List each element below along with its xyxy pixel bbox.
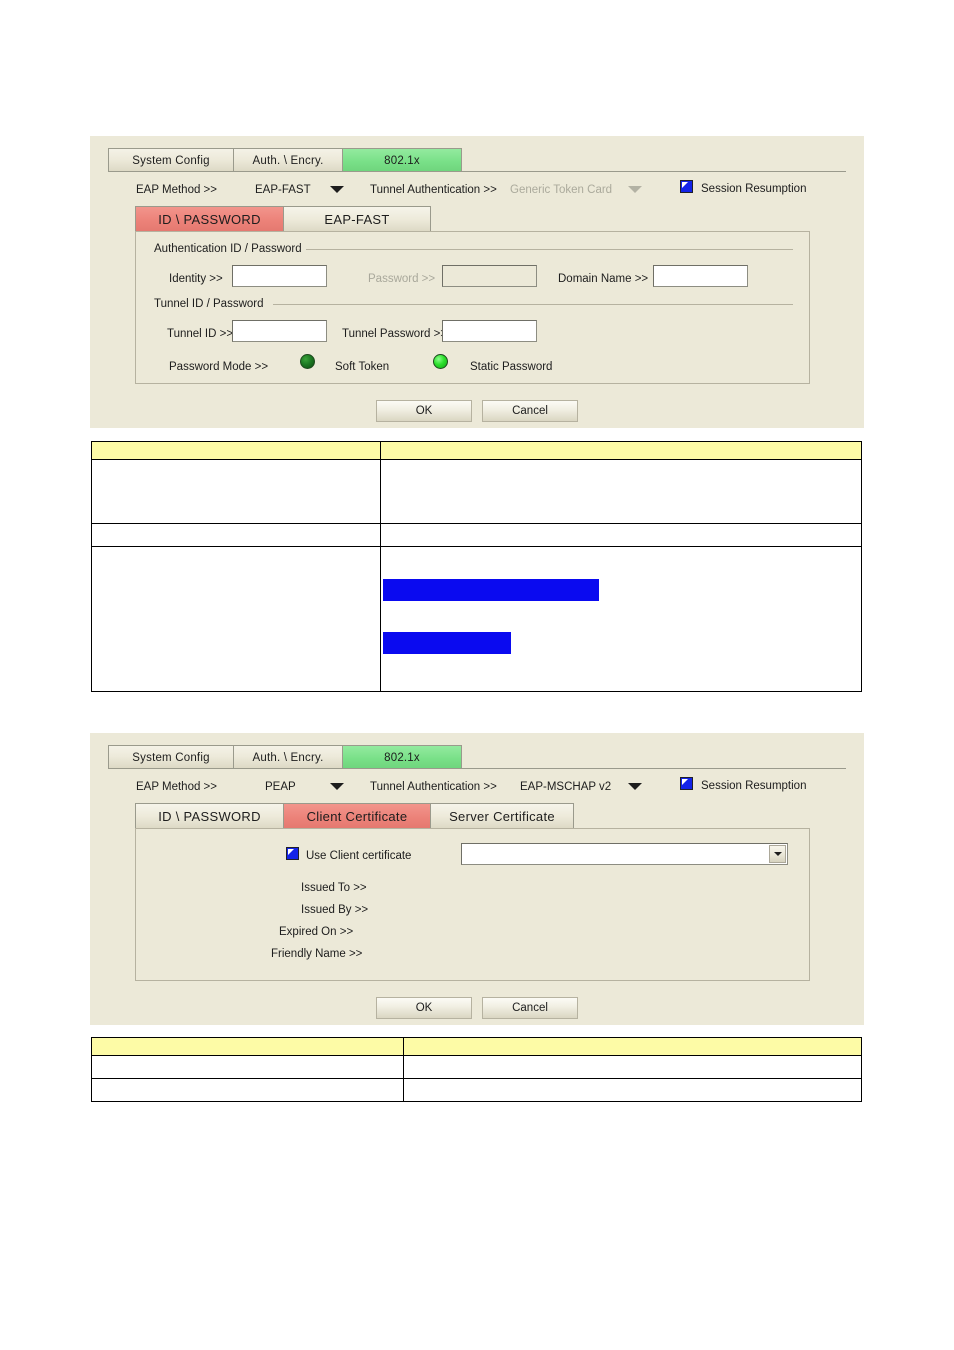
panel2-eap-method-row: EAP Method >> PEAP Tunnel Authentication… bbox=[108, 775, 848, 801]
table2-r1-c1 bbox=[91, 1055, 404, 1079]
tunnel-id-label: Tunnel ID >> bbox=[167, 328, 234, 340]
table1-header-cell-1 bbox=[91, 441, 381, 460]
radio-static-password[interactable] bbox=[433, 354, 448, 369]
table1-r1-c1 bbox=[91, 459, 381, 524]
session-resumption-checkbox-2[interactable] bbox=[680, 777, 693, 790]
table-row bbox=[91, 546, 862, 692]
group-label-authentication-id-password: Authentication ID / Password bbox=[154, 242, 307, 256]
ok-button-panel2[interactable]: OK bbox=[376, 997, 472, 1019]
group-rule-tunnel bbox=[273, 304, 793, 305]
domain-name-input[interactable] bbox=[653, 265, 748, 287]
panel1-eap-method-row: EAP Method >> EAP-FAST Tunnel Authentica… bbox=[108, 178, 848, 204]
table2-r1-c2 bbox=[403, 1055, 862, 1079]
panel1-tab-rail bbox=[108, 171, 846, 172]
group-rule-authentication bbox=[306, 249, 793, 250]
issued-to-label: Issued To >> bbox=[301, 882, 367, 894]
session-resumption-label: Session Resumption bbox=[701, 183, 807, 195]
inner-tab-id-password-2[interactable]: ID \ PASSWORD bbox=[135, 803, 283, 829]
tunnel-id-input[interactable] bbox=[232, 320, 327, 342]
friendly-name-label: Friendly Name >> bbox=[271, 948, 363, 960]
tab-system-config-2[interactable]: System Config bbox=[108, 745, 233, 769]
panel1-inner-tabstrip: ID \ PASSWORD EAP-FAST bbox=[135, 206, 431, 232]
eap-method-label: EAP Method >> bbox=[136, 184, 217, 196]
dialog-panel-802-1x-eap-fast: System Config Auth. \ Encry. 802.1x EAP … bbox=[90, 136, 864, 428]
table1-r1-c2 bbox=[380, 459, 862, 524]
inner-tab-id-password[interactable]: ID \ PASSWORD bbox=[135, 206, 283, 232]
chevron-down-icon-tunnel-auth[interactable] bbox=[628, 186, 642, 193]
table1-r2-c2 bbox=[380, 523, 862, 547]
identity-label: Identity >> bbox=[169, 273, 223, 285]
panel2-inner-tabstrip: ID \ PASSWORD Client Certificate Server … bbox=[135, 803, 574, 829]
table1-r3-c2 bbox=[380, 546, 862, 692]
chevron-down-icon-eap-method-2[interactable] bbox=[330, 783, 344, 790]
table-row bbox=[91, 523, 862, 547]
table2-r2-c1 bbox=[91, 1078, 404, 1102]
session-resumption-label-2: Session Resumption bbox=[701, 780, 807, 792]
issued-by-label: Issued By >> bbox=[301, 904, 369, 916]
eap-method-value-2[interactable]: PEAP bbox=[265, 779, 296, 795]
chevron-down-icon-certificate-select[interactable] bbox=[769, 845, 786, 863]
panel2-content-frame: Use Client certificate Issued To >> Issu… bbox=[135, 828, 810, 981]
tab-auth-encry-2[interactable]: Auth. \ Encry. bbox=[233, 745, 342, 769]
tunnel-authentication-value-2[interactable]: EAP-MSCHAP v2 bbox=[520, 779, 611, 795]
inner-tab-server-certificate[interactable]: Server Certificate bbox=[430, 803, 574, 829]
password-input bbox=[442, 265, 537, 287]
domain-name-label: Domain Name >> bbox=[558, 273, 649, 285]
redaction-bar-2 bbox=[383, 632, 511, 654]
panel1-content-frame: Authentication ID / Password Identity >>… bbox=[135, 231, 810, 384]
tab-auth-encry[interactable]: Auth. \ Encry. bbox=[233, 148, 342, 172]
use-client-certificate-checkbox[interactable] bbox=[286, 847, 299, 860]
panel2-top-tabstrip: System Config Auth. \ Encry. 802.1x bbox=[108, 745, 462, 769]
chevron-down-icon-tunnel-auth-2[interactable] bbox=[628, 783, 642, 790]
tab-802-1x[interactable]: 802.1x bbox=[342, 148, 462, 172]
cancel-button-panel2[interactable]: Cancel bbox=[482, 997, 578, 1019]
table-row-header bbox=[91, 441, 862, 460]
table-row bbox=[91, 459, 862, 524]
cancel-button-panel1[interactable]: Cancel bbox=[482, 400, 578, 422]
tab-system-config[interactable]: System Config bbox=[108, 148, 233, 172]
tunnel-password-input[interactable] bbox=[442, 320, 537, 342]
table1-r3-c1 bbox=[91, 546, 381, 692]
panel2-tab-rail bbox=[108, 768, 846, 769]
tab-802-1x-2[interactable]: 802.1x bbox=[342, 745, 462, 769]
table-row-header bbox=[91, 1037, 862, 1056]
table1-r2-c1 bbox=[91, 523, 381, 547]
tunnel-password-label: Tunnel Password >> bbox=[342, 328, 448, 340]
session-resumption-checkbox[interactable] bbox=[680, 180, 693, 193]
inner-tab-client-certificate[interactable]: Client Certificate bbox=[283, 803, 430, 829]
identity-input[interactable] bbox=[232, 265, 327, 287]
table-row bbox=[91, 1055, 862, 1079]
use-client-certificate-label: Use Client certificate bbox=[306, 850, 412, 862]
dialog-panel-802-1x-peap: System Config Auth. \ Encry. 802.1x EAP … bbox=[90, 733, 864, 1025]
expired-on-label: Expired On >> bbox=[279, 926, 354, 938]
soft-token-label: Soft Token bbox=[335, 361, 390, 373]
ok-button-panel1[interactable]: OK bbox=[376, 400, 472, 422]
inner-tab-eap-fast[interactable]: EAP-FAST bbox=[283, 206, 431, 232]
table2-header-cell-1 bbox=[91, 1037, 404, 1056]
table-row bbox=[91, 1078, 862, 1102]
static-password-label: Static Password bbox=[470, 361, 553, 373]
table1-header-cell-2 bbox=[380, 441, 862, 460]
client-certificate-select[interactable] bbox=[461, 843, 788, 865]
password-label: Password >> bbox=[368, 273, 436, 285]
radio-soft-token[interactable] bbox=[300, 354, 315, 369]
redaction-bar-1 bbox=[383, 579, 599, 601]
table2-header-cell-2 bbox=[403, 1037, 862, 1056]
eap-method-value[interactable]: EAP-FAST bbox=[255, 182, 311, 198]
eap-method-label-2: EAP Method >> bbox=[136, 781, 217, 793]
panel1-top-tabstrip: System Config Auth. \ Encry. 802.1x bbox=[108, 148, 462, 172]
table2-r2-c2 bbox=[403, 1078, 862, 1102]
tunnel-authentication-label-2: Tunnel Authentication >> bbox=[370, 781, 497, 793]
tunnel-authentication-label: Tunnel Authentication >> bbox=[370, 184, 497, 196]
password-mode-label: Password Mode >> bbox=[169, 361, 269, 373]
group-label-tunnel-id-password: Tunnel ID / Password bbox=[154, 297, 269, 311]
chevron-down-icon-eap-method[interactable] bbox=[330, 186, 344, 193]
data-table-2 bbox=[91, 1037, 862, 1102]
data-table-1 bbox=[91, 441, 862, 692]
tunnel-authentication-value[interactable]: Generic Token Card bbox=[510, 182, 612, 198]
